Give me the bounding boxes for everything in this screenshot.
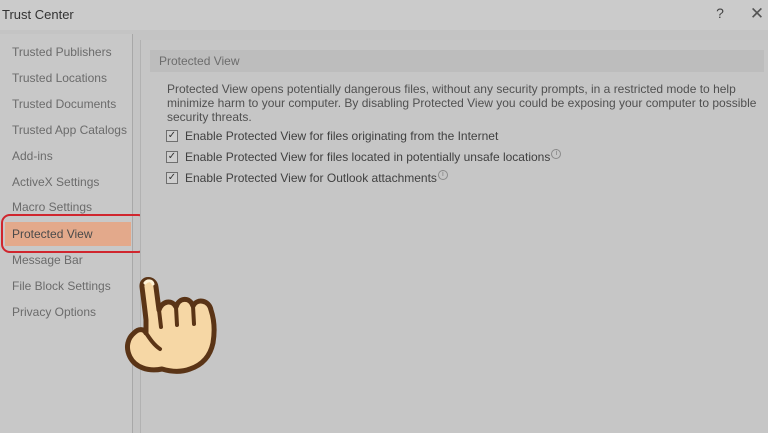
help-button[interactable]: ? — [712, 5, 728, 25]
section-title: Protected View — [159, 54, 240, 68]
sidebar-item-message-bar[interactable]: Message Bar — [12, 253, 83, 267]
sidebar-item-trusted-documents[interactable]: Trusted Documents — [12, 97, 116, 111]
close-button[interactable]: ✕ — [747, 4, 767, 26]
checkbox-internet-files[interactable]: ✓ — [166, 130, 178, 142]
info-icon[interactable]: i — [551, 149, 562, 159]
sidebar-item-trusted-publishers[interactable]: Trusted Publishers — [12, 45, 112, 59]
section-description: Protected View opens potentially dangero… — [167, 82, 757, 124]
checkbox-unsafe-locations[interactable]: ✓ — [166, 151, 178, 163]
option-label: Enable Protected View for files located … — [185, 150, 551, 164]
option-label: Enable Protected View for files originat… — [185, 129, 499, 143]
highlight-outline — [1, 214, 147, 253]
option-label: Enable Protected View for Outlook attach… — [185, 171, 437, 185]
info-icon[interactable]: i — [437, 170, 448, 180]
section-header: Protected View — [150, 50, 764, 72]
sidebar-item-file-block-settings[interactable]: File Block Settings — [12, 279, 111, 293]
sidebar-item-add-ins[interactable]: Add-ins — [12, 149, 53, 163]
pointing-hand-icon — [124, 277, 217, 374]
option-internet-files[interactable]: ✓ Enable Protected View for files origin… — [166, 128, 498, 144]
option-outlook-attachments[interactable]: ✓ Enable Protected View for Outlook atta… — [166, 170, 448, 186]
sidebar-item-trusted-app-catalogs[interactable]: Trusted App Catalogs — [12, 123, 127, 137]
sidebar-item-trusted-locations[interactable]: Trusted Locations — [12, 71, 107, 85]
checkbox-outlook-attachments[interactable]: ✓ — [166, 172, 178, 184]
title-bar: Trust Center ? ✕ — [0, 0, 768, 30]
window-title: Trust Center — [2, 7, 74, 22]
option-unsafe-locations[interactable]: ✓ Enable Protected View for files locate… — [166, 149, 562, 165]
sidebar-item-macro-settings[interactable]: Macro Settings — [12, 200, 92, 214]
sidebar-item-privacy-options[interactable]: Privacy Options — [12, 305, 96, 319]
sidebar-item-activex-settings[interactable]: ActiveX Settings — [12, 175, 99, 189]
